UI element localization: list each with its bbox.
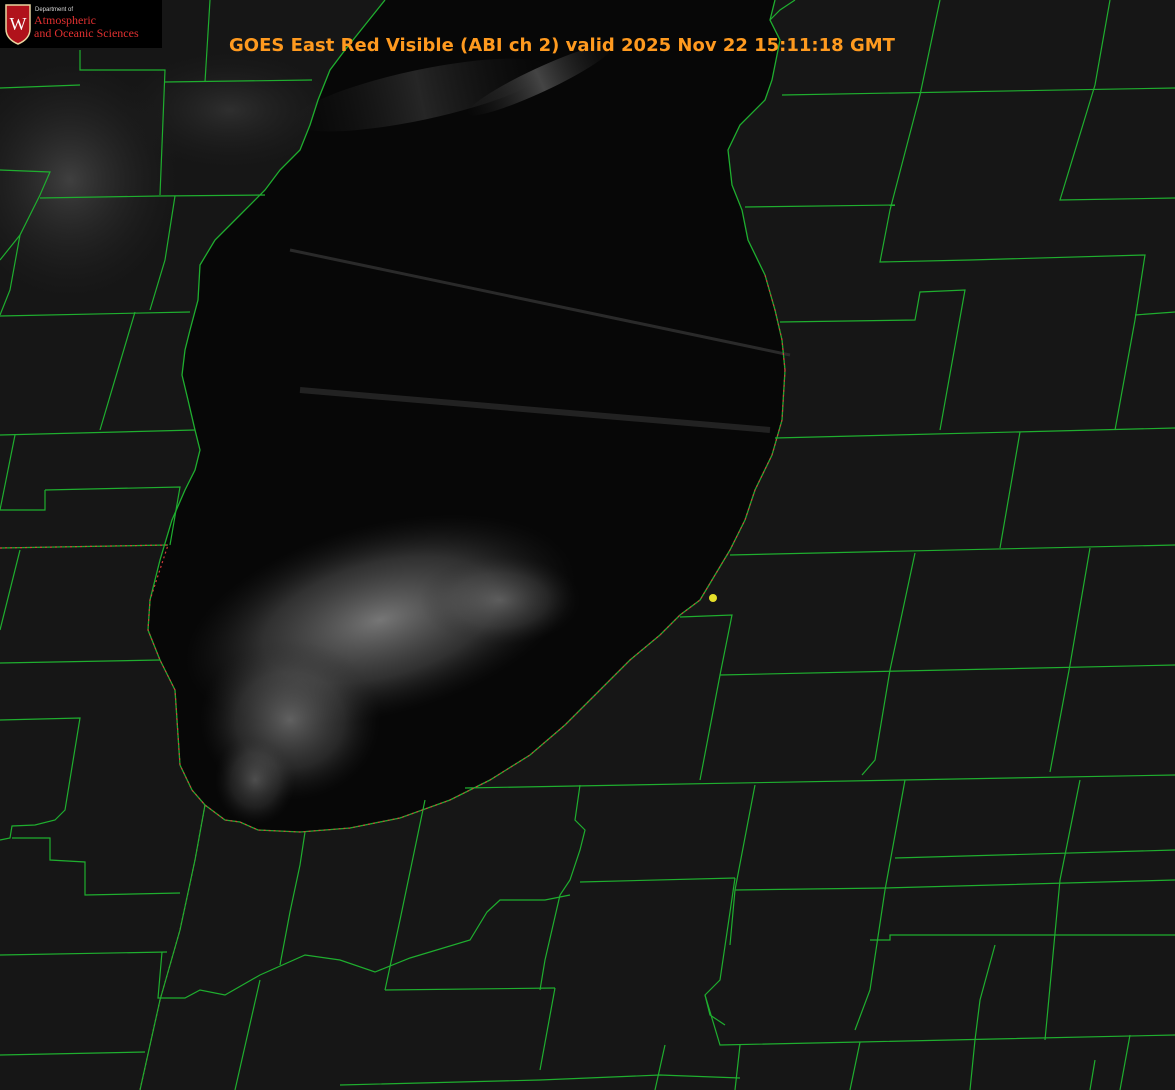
logo-line-1: Atmospheric <box>34 13 96 27</box>
logo-line-2: and Oceanic Sciences <box>34 26 139 40</box>
uw-shield-icon: W <box>5 4 31 45</box>
image-title: GOES East Red Visible (ABI ch 2) valid 2… <box>229 35 895 56</box>
satellite-map <box>0 0 1175 1090</box>
station-marker[interactable] <box>709 594 717 602</box>
cloud-field-tail <box>215 735 295 825</box>
satellite-map-view: W Department of Atmospheric and Oceanic … <box>0 0 1175 1090</box>
logo-shield-letter: W <box>10 14 27 34</box>
uw-aos-logo: W Department of Atmospheric and Oceanic … <box>0 0 162 48</box>
cloud-field-east <box>420 555 580 645</box>
